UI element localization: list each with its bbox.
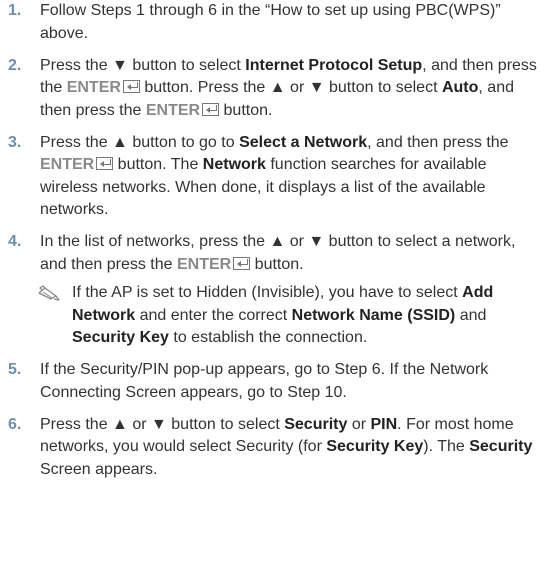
step-number: 4. [8, 233, 22, 250]
step-text: Press the ▲ button to go to Select a Net… [40, 133, 509, 219]
enter-key-icon [96, 157, 114, 170]
step-6: 6. Press the ▲ or ▼ button to select Sec… [8, 414, 538, 482]
pencil-note-icon [38, 282, 72, 309]
step-number: 6. [8, 415, 22, 433]
function-network: Network [202, 156, 266, 173]
step-3: 3. Press the ▲ button to go to Select a … [8, 132, 538, 222]
step-number: 2. [8, 56, 22, 74]
step-number: 1. [8, 2, 22, 19]
option-security: Security [284, 415, 348, 433]
step-number: 3. [8, 133, 22, 151]
enter-key-icon [122, 80, 140, 93]
enter-button-label: ENTER [176, 255, 232, 273]
option-auto: Auto [441, 79, 479, 96]
option-pin: PIN [370, 415, 398, 433]
step-number: 5. [8, 361, 22, 378]
step-text: Follow Steps 1 through 6 in the “How to … [40, 2, 501, 42]
step-2: 2. Press the ▼ button to select Internet… [8, 55, 538, 123]
enter-button-label: ENTER [66, 79, 121, 96]
step-4: 4. In the list of networks, press the ▲ … [8, 231, 538, 350]
step-1: 1. Follow Steps 1 through 6 in the “How … [8, 0, 538, 45]
field-security-key: Security Key [326, 438, 424, 455]
enter-button-label: ENTER [40, 156, 95, 173]
field-security-key: Security Key [72, 329, 169, 346]
note: If the AP is set to Hidden (Invisible), … [38, 282, 538, 350]
field-network-name: Network Name (SSID) [291, 306, 456, 324]
enter-key-icon [202, 102, 220, 116]
step-5: 5. If the Security/PIN pop-up appears, g… [8, 359, 538, 404]
step-text: In the list of networks, press the ▲ or … [38, 231, 538, 350]
instruction-page: 1. Follow Steps 1 through 6 in the “How … [0, 0, 544, 587]
enter-button-label: ENTER [145, 101, 201, 119]
menu-item-select-a-network: Select a Network [239, 133, 368, 151]
step-text: Press the ▼ button to select Internet Pr… [40, 56, 537, 119]
note-text: If the AP is set to Hidden (Invisible), … [72, 284, 494, 346]
screen-security: Security [469, 438, 533, 455]
step-text: If the Security/PIN pop-up appears, go t… [40, 361, 489, 401]
menu-item-internet-protocol-setup: Internet Protocol Setup [245, 56, 423, 74]
enter-key-icon [233, 256, 251, 270]
step-text: Press the ▲ or ▼ button to select Securi… [40, 415, 533, 478]
